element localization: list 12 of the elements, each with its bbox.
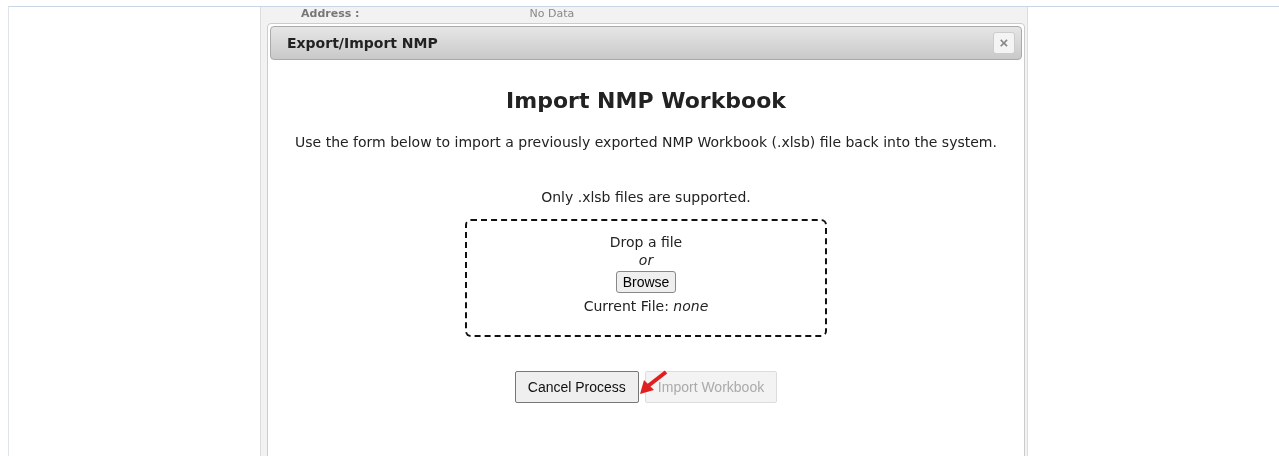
drop-prompt: Drop a file xyxy=(609,233,683,251)
cancel-button[interactable]: Cancel Process xyxy=(514,371,639,403)
description: Use the form below to import a previously exported NMP Workbook (.xlsb) file back into the system. xyxy=(294,133,998,151)
heading: Import NMP Workbook xyxy=(506,88,786,113)
field-value: No Data xyxy=(529,7,575,22)
browse-button[interactable]: Browse xyxy=(615,271,677,293)
note: Only .xlsb files are supported. xyxy=(541,189,751,205)
dialog-title: Export/Import NMP xyxy=(287,35,438,51)
field-label: Address : xyxy=(301,7,360,22)
current-file: Current File: none xyxy=(583,297,709,315)
separator-text: or xyxy=(638,251,654,269)
drop-zone[interactable]: Drop a file or Browse Current File: none xyxy=(465,219,827,337)
